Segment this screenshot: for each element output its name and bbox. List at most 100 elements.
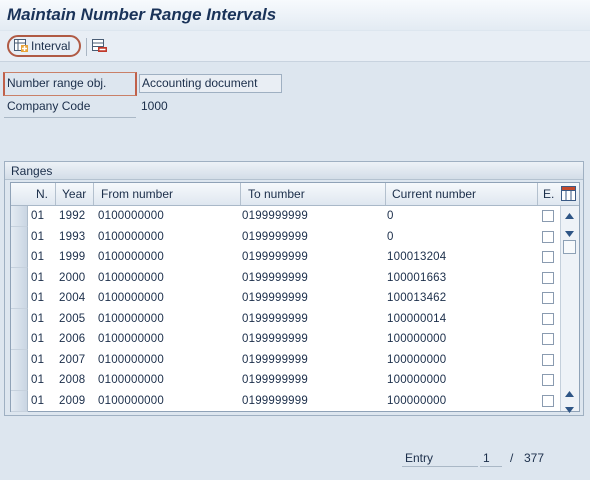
cell-year: 2008 bbox=[59, 374, 86, 386]
cell-current-number: 100000000 bbox=[387, 333, 447, 345]
ext-checkbox[interactable] bbox=[542, 353, 554, 366]
table-row[interactable]: 01 2006 0100000000 0199999999 100000000 bbox=[11, 329, 559, 350]
cell-n: 01 bbox=[31, 292, 45, 304]
ranges-table: N. Year From number To number Current nu… bbox=[10, 182, 580, 413]
page-title: Maintain Number Range Intervals bbox=[7, 5, 277, 24]
label-underline bbox=[4, 117, 136, 118]
table-settings-icon[interactable] bbox=[561, 186, 576, 204]
cell-current-number: 0 bbox=[387, 230, 394, 243]
cell-year: 2005 bbox=[59, 312, 86, 325]
company-code-row: Company Code 1000 bbox=[0, 97, 300, 118]
table-row[interactable]: 01 2007 0100000000 0199999999 100000000 bbox=[11, 349, 559, 371]
company-code-value: 1000 bbox=[141, 99, 168, 113]
table-row[interactable]: 01 1992 0100000000 0199999999 0 bbox=[11, 206, 559, 227]
table-row[interactable]: 01 1999 0100000000 0199999999 100013204 bbox=[11, 247, 559, 268]
cell-current-number: 100013204 bbox=[387, 251, 447, 263]
row-selector[interactable] bbox=[11, 206, 28, 227]
ext-checkbox[interactable] bbox=[542, 210, 554, 222]
cell-current-number: 100000014 bbox=[387, 312, 447, 325]
number-range-obj-field[interactable]: Accounting document bbox=[139, 74, 282, 93]
cell-from-number: 0100000000 bbox=[98, 230, 164, 243]
ext-checkbox[interactable] bbox=[542, 394, 554, 407]
scrollbar-thumb[interactable] bbox=[563, 240, 576, 254]
company-code-label: Company Code bbox=[7, 99, 91, 113]
column-header-year[interactable]: Year bbox=[62, 187, 86, 201]
application-toolbar: Interval bbox=[0, 31, 590, 62]
ext-checkbox[interactable] bbox=[542, 271, 554, 284]
cell-to-number: 0199999999 bbox=[242, 394, 308, 407]
cell-current-number: 0 bbox=[387, 210, 394, 222]
cell-year: 1992 bbox=[59, 210, 86, 222]
table-row[interactable]: 01 2008 0100000000 0199999999 100000000 bbox=[11, 370, 559, 391]
interval-button[interactable]: Interval bbox=[7, 35, 81, 57]
cell-n: 01 bbox=[31, 251, 45, 263]
entry-separator: / bbox=[510, 451, 514, 465]
cell-n: 01 bbox=[31, 394, 45, 407]
row-selector[interactable] bbox=[11, 329, 28, 350]
cell-from-number: 0100000000 bbox=[98, 210, 164, 222]
scroll-up-icon[interactable] bbox=[565, 208, 574, 222]
value-underline bbox=[480, 466, 502, 467]
ext-checkbox[interactable] bbox=[542, 251, 554, 263]
ext-checkbox[interactable] bbox=[542, 374, 554, 386]
cell-year: 2007 bbox=[59, 353, 86, 366]
ext-checkbox[interactable] bbox=[542, 292, 554, 304]
column-separator bbox=[240, 183, 241, 205]
scroll-up-icon[interactable] bbox=[565, 386, 574, 400]
ext-checkbox[interactable] bbox=[542, 230, 554, 243]
cell-from-number: 0100000000 bbox=[98, 394, 164, 407]
cell-n: 01 bbox=[31, 333, 45, 345]
cell-year: 2004 bbox=[59, 292, 86, 304]
ranges-group-header: Ranges bbox=[5, 162, 583, 180]
table-row[interactable]: 01 1993 0100000000 0199999999 0 bbox=[11, 226, 559, 248]
cell-to-number: 0199999999 bbox=[242, 210, 308, 222]
cell-n: 01 bbox=[31, 230, 45, 243]
cell-to-number: 0199999999 bbox=[242, 292, 308, 304]
cell-current-number: 100000000 bbox=[387, 353, 447, 366]
cell-from-number: 0100000000 bbox=[98, 353, 164, 366]
cell-year: 1999 bbox=[59, 251, 86, 263]
entry-label: Entry bbox=[405, 451, 434, 465]
delete-interval-icon[interactable] bbox=[92, 39, 107, 56]
scroll-down-icon[interactable] bbox=[565, 226, 574, 240]
ext-checkbox[interactable] bbox=[542, 312, 554, 325]
ranges-group-title: Ranges bbox=[11, 164, 53, 178]
row-selector[interactable] bbox=[11, 288, 28, 309]
column-header-ext[interactable]: E. bbox=[543, 187, 554, 201]
row-selector[interactable] bbox=[11, 370, 28, 391]
cell-year: 2009 bbox=[59, 394, 86, 407]
scroll-down-icon[interactable] bbox=[565, 402, 574, 416]
table-row[interactable]: 01 2000 0100000000 0199999999 100001663 bbox=[11, 267, 559, 289]
row-selector[interactable] bbox=[11, 390, 28, 412]
cell-to-number: 0199999999 bbox=[242, 271, 308, 284]
row-selector[interactable] bbox=[11, 349, 28, 371]
table-row[interactable]: 01 2005 0100000000 0199999999 100000014 bbox=[11, 308, 559, 330]
row-selector[interactable] bbox=[11, 226, 28, 248]
cell-from-number: 0100000000 bbox=[98, 333, 164, 345]
toolbar-separator bbox=[86, 38, 87, 56]
cell-current-number: 100001663 bbox=[387, 271, 447, 284]
table-row[interactable]: 01 2004 0100000000 0199999999 100013462 bbox=[11, 288, 559, 309]
vertical-scrollbar[interactable] bbox=[560, 206, 579, 413]
column-header-n[interactable]: N. bbox=[36, 187, 48, 201]
column-separator bbox=[385, 183, 386, 205]
cell-current-number: 100013462 bbox=[387, 292, 447, 304]
cell-to-number: 0199999999 bbox=[242, 251, 308, 263]
row-selector[interactable] bbox=[11, 308, 28, 330]
cell-year: 1993 bbox=[59, 230, 86, 243]
column-header-to[interactable]: To number bbox=[248, 187, 305, 201]
column-header-current[interactable]: Current number bbox=[392, 187, 476, 201]
ext-checkbox[interactable] bbox=[542, 333, 554, 345]
column-separator bbox=[537, 183, 538, 205]
column-header-from[interactable]: From number bbox=[101, 187, 173, 201]
cell-from-number: 0100000000 bbox=[98, 271, 164, 284]
cell-n: 01 bbox=[31, 210, 45, 222]
cell-n: 01 bbox=[31, 312, 45, 325]
cell-current-number: 100000000 bbox=[387, 374, 447, 386]
row-selector[interactable] bbox=[11, 267, 28, 289]
table-row[interactable]: 01 2009 0100000000 0199999999 100000000 bbox=[11, 390, 559, 412]
cell-to-number: 0199999999 bbox=[242, 333, 308, 345]
row-selector[interactable] bbox=[11, 247, 28, 268]
number-range-obj-label: Number range obj. bbox=[7, 76, 107, 90]
interval-button-label: Interval bbox=[31, 39, 71, 53]
